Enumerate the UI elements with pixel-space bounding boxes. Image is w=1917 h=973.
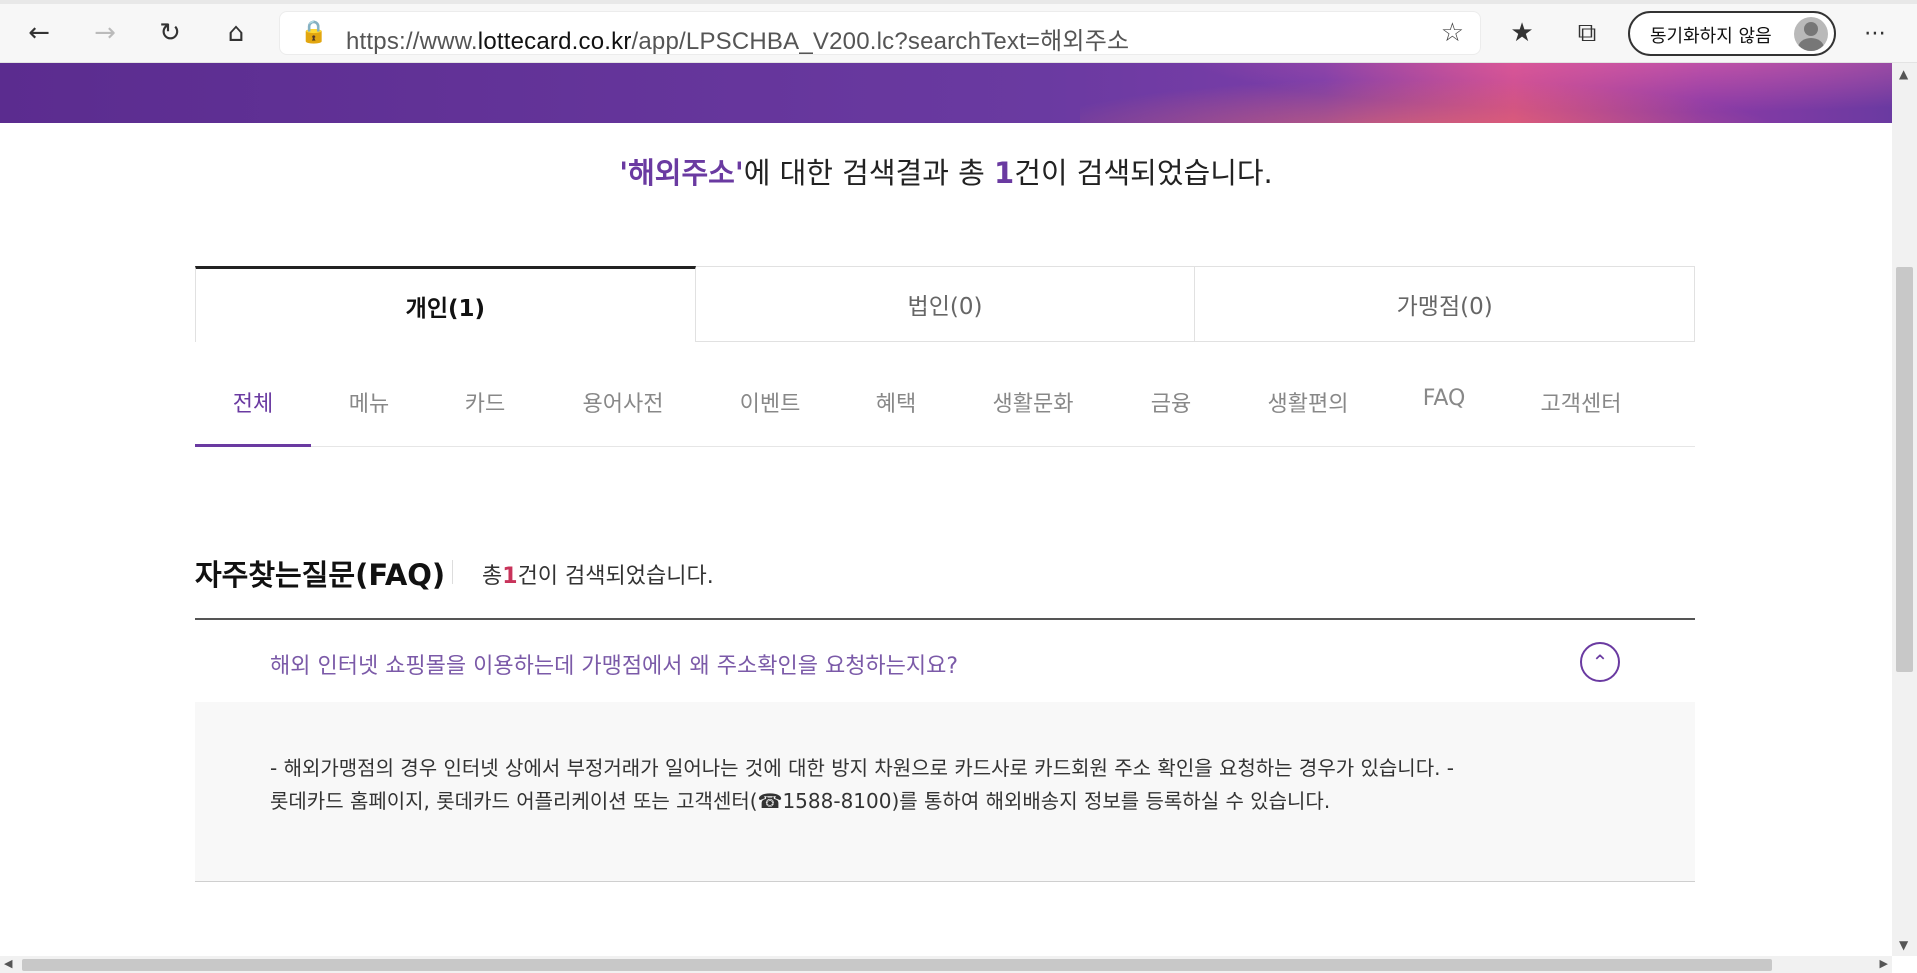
tab-personal[interactable]: 개인(1) [195,266,696,342]
url-text[interactable]: https://www.lottecard.co.kr/app/LPSCHBA_… [346,21,1129,56]
faq-answer: - 해외가맹점의 경우 인터넷 상에서 부정거래가 일어나는 것에 대한 방지 … [195,702,1695,882]
subnav-culture[interactable]: 생활문화 [993,386,1074,418]
search-result-heading: '해외주소'에 대한 검색결과 총 1건이 검색되었습니다. [0,150,1892,192]
sync-label: 동기화하지 않음 [1650,26,1772,47]
hero-banner [0,63,1892,123]
faq-answer-line: 롯데카드 홈페이지, 롯데카드 어플리케이션 또는 고객센터(☎1588-810… [270,789,1331,813]
lock-icon[interactable]: 🔒 [300,20,327,45]
tab-corporate[interactable]: 법인(0) [695,266,1196,342]
result-count: 1 [994,156,1015,190]
horizontal-scroll-thumb[interactable] [22,959,1772,971]
faq-question-row[interactable]: 해외 인터넷 쇼핑몰을 이용하는데 가맹점에서 왜 주소확인을 요청하는지요? … [195,620,1695,702]
scroll-right-icon[interactable]: ▶ [1880,957,1888,970]
collections-icon[interactable]: ⧉ [1568,14,1606,52]
profile-sync-button[interactable]: 동기화하지 않음 [1628,11,1836,56]
subnav-card[interactable]: 카드 [465,386,505,418]
subnav-faq[interactable]: FAQ [1423,386,1466,411]
url-host: lottecard.co.kr [477,28,632,55]
avatar [1794,17,1828,51]
add-favorite-icon[interactable]: ☆ [1441,18,1464,48]
url-path: /app/LPSCHBA_V200.lc?searchText=해외주소 [631,28,1130,55]
search-keyword: '해외주소' [619,156,744,190]
faq-question[interactable]: 해외 인터넷 쇼핑몰을 이용하는데 가맹점에서 왜 주소확인을 요청하는지요? [270,648,958,680]
faq-section-header: 자주찾는질문(FAQ) 총1건이 검색되었습니다. [195,552,1695,592]
favorites-icon[interactable]: ★ [1503,14,1541,52]
more-menu-icon[interactable]: ⋯ [1856,14,1894,52]
faq-count: 1 [502,564,518,589]
home-icon[interactable]: ⌂ [217,14,255,52]
tab-merchant[interactable]: 가맹점(0) [1195,266,1696,342]
address-bar[interactable]: 🔒 https://www.lottecard.co.kr/app/LPSCHB… [279,11,1481,55]
subnav-convenience[interactable]: 생활편의 [1268,386,1349,418]
tab-strip [0,0,1917,4]
scroll-left-icon[interactable]: ◀ [4,957,12,970]
subnav-benefit[interactable]: 혜택 [876,386,916,418]
refresh-icon[interactable]: ↻ [151,14,189,52]
subnav-active-indicator [195,444,311,447]
forward-icon[interactable]: → [86,14,124,52]
hero-decoration [1080,63,1892,123]
horizontal-scrollbar[interactable]: ◀ ▶ [0,956,1892,973]
divider [452,560,453,584]
faq-count-post: 건이 검색되었습니다. [517,564,714,589]
url-prefix: https://www. [346,28,478,55]
back-icon[interactable]: ← [20,14,58,52]
faq-count-text: 총1건이 검색되었습니다. [482,558,714,590]
vertical-scrollbar[interactable]: ▲ ▼ [1892,63,1917,956]
vertical-scroll-thumb[interactable] [1896,267,1913,672]
subnav-customer-center[interactable]: 고객센터 [1541,386,1622,418]
subnav-menu[interactable]: 메뉴 [349,386,389,418]
chevron-up-icon[interactable]: ⌃ [1580,642,1620,682]
subnav-finance[interactable]: 금융 [1151,386,1191,418]
sub-nav: 전체 메뉴 카드 용어사전 이벤트 혜택 생활문화 금융 생활편의 FAQ 고객… [195,372,1695,447]
faq-count-pre: 총 [482,564,503,589]
subnav-all[interactable]: 전체 [233,386,273,418]
result-pre: 에 대한 검색결과 총 [743,156,995,190]
faq-list: 해외 인터넷 쇼핑몰을 이용하는데 가맹점에서 왜 주소확인을 요청하는지요? … [195,618,1695,882]
result-post: 건이 검색되었습니다. [1014,156,1273,190]
scroll-up-icon[interactable]: ▲ [1899,67,1908,81]
category-tabs: 개인(1) 법인(0) 가맹점(0) [195,266,1696,342]
subnav-event[interactable]: 이벤트 [740,386,801,418]
faq-answer-line: - 해외가맹점의 경우 인터넷 상에서 부정거래가 일어나는 것에 대한 방지 … [270,756,1455,780]
browser-toolbar: ← → ↻ ⌂ 🔒 https://www.lottecard.co.kr/ap… [0,0,1917,63]
scroll-down-icon[interactable]: ▼ [1899,938,1908,952]
faq-section-title: 자주찾는질문(FAQ) [195,558,446,592]
subnav-glossary[interactable]: 용어사전 [583,386,664,418]
